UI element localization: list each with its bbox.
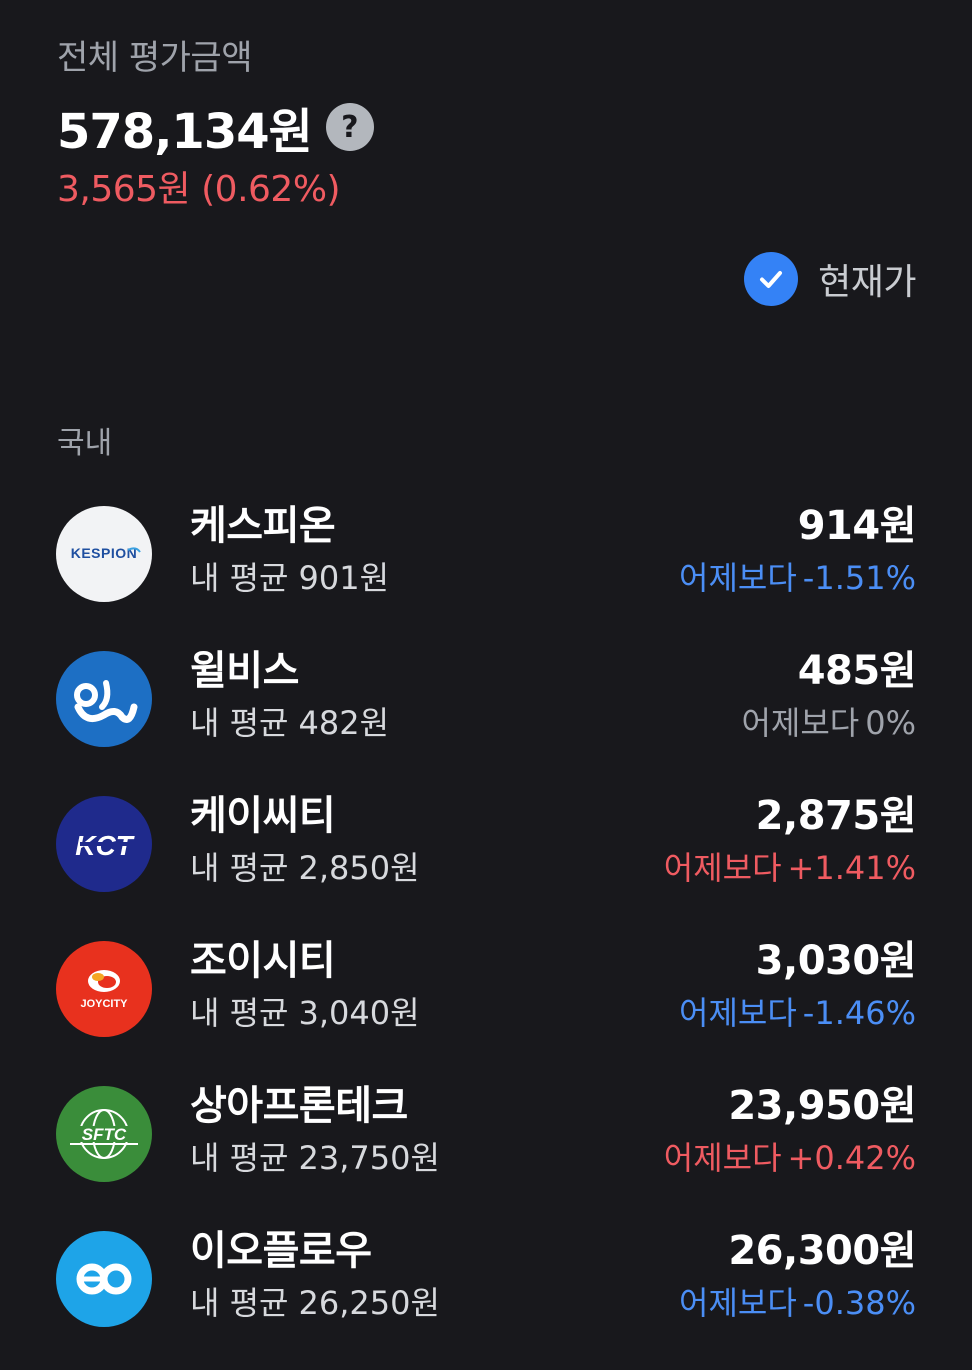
current-price-label: 현재가 <box>818 262 916 303</box>
stock-average: 내 평균 23,750원 <box>190 1139 440 1177</box>
stock-price: 3,030원 <box>755 938 917 984</box>
svg-text:KESPION: KESPION <box>71 545 138 561</box>
current-price-toggle[interactable]: 현재가 <box>744 252 916 306</box>
stock-average: 내 평균 2,850원 <box>190 849 420 887</box>
stock-price: 23,950원 <box>728 1083 916 1129</box>
total-value-row: 578,134원 ? <box>57 92 374 162</box>
total-value-label: 전체 평가금액 <box>57 38 253 78</box>
eoflow-logo-icon <box>56 1231 152 1327</box>
stock-row[interactable]: JOYCITY 조이시티 내 평균 3,040원 3,030원 어제보다 -1.46… <box>56 935 916 1080</box>
stock-change: 어제보다 -1.46% <box>679 994 916 1032</box>
stock-row[interactable]: 이오플로우 내 평균 26,250원 26,300원 어제보다 -0.38% <box>56 1225 916 1370</box>
stock-name: 윌비스 <box>190 648 299 694</box>
stock-change: 어제보다 +0.42% <box>663 1139 916 1177</box>
kespion-logo-icon: KESPION <box>56 506 152 602</box>
stock-change: 어제보다 +1.41% <box>663 849 916 887</box>
stock-list: KESPION 케스피온 내 평균901원 914원 어제보다-1.51% <box>56 500 917 1370</box>
stock-name: 케스피온 <box>190 503 336 549</box>
stock-row[interactable]: SFTC 상아프론테크 내 평균 23,750원 23,950원 어제보다 +0.4… <box>56 1080 917 1225</box>
stock-change: 어제보다 0% <box>741 704 916 742</box>
section-title-domestic: 국내 <box>57 426 113 461</box>
stock-row[interactable]: KESPION 케스피온 내 평균 901원 914원 어제보다 -1.51% <box>56 500 916 645</box>
total-value: 578,134원 <box>57 104 313 160</box>
stock-price: 2,875원 <box>755 793 917 839</box>
stock-row[interactable]: 윌비스 내 평균 482원 485원 어제보다 0% <box>56 645 916 790</box>
stock-price: 914원 <box>797 503 917 549</box>
stock-name: 이오플로우 <box>190 1228 372 1274</box>
sftc-logo-icon: SFTC <box>56 1086 152 1182</box>
stock-average: 내 평균 901원 <box>190 559 390 597</box>
total-change: 3,565원 (0.62%) <box>57 169 341 210</box>
stock-row[interactable]: KCT 케이씨티 내 평균 2,850원 2,875원 어제보다 +1.41% <box>56 790 917 935</box>
stock-average: 내 평균 482원 <box>190 704 390 742</box>
check-icon[interactable] <box>744 252 799 306</box>
kct-logo-icon: KCT <box>56 796 152 892</box>
stock-average: 내 평균 26,250원 <box>190 1284 440 1322</box>
help-icon[interactable]: ? <box>325 103 374 151</box>
stock-name: 조이시티 <box>190 938 336 984</box>
stock-average: 내 평균 3,040원 <box>190 994 420 1032</box>
stock-price: 26,300원 <box>728 1228 916 1274</box>
stock-price: 485원 <box>797 648 917 694</box>
stock-name: 상아프론테크 <box>190 1083 408 1129</box>
svg-text:SFTC: SFTC <box>82 1125 127 1144</box>
stock-change: 어제보다 -1.51% <box>679 559 916 597</box>
willbes-logo-icon <box>56 651 152 747</box>
svg-text:JOYCITY: JOYCITY <box>80 998 128 1010</box>
stock-change: 어제보다 -0.38% <box>679 1284 916 1322</box>
stock-name: 케이씨티 <box>190 793 336 839</box>
joycity-logo-icon: JOYCITY <box>56 941 152 1037</box>
